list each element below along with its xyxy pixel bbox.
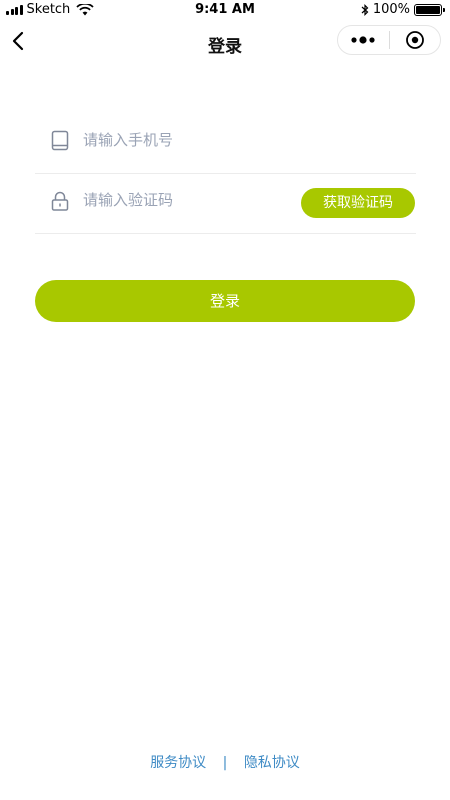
- more-button[interactable]: [338, 25, 389, 55]
- status-right: 100%: [361, 2, 445, 17]
- phone-row: [35, 108, 416, 174]
- get-code-button[interactable]: 获取验证码: [301, 188, 415, 218]
- privacy-agreement-link[interactable]: 隐私协议: [244, 755, 300, 771]
- nav-bar: 登录: [0, 20, 450, 64]
- code-input[interactable]: [83, 188, 293, 212]
- footer-separator: |: [222, 755, 228, 771]
- tablet-icon: [51, 130, 69, 151]
- service-agreement-link[interactable]: 服务协议: [150, 755, 206, 771]
- menu-capsule: [337, 25, 441, 55]
- lock-icon: [51, 191, 69, 211]
- battery-level-fill: [416, 5, 440, 14]
- target-circle-icon: [405, 31, 424, 49]
- status-bar: Sketch 9:41 AM 100%: [0, 0, 450, 20]
- footer-links: 服务协议 | 隐私协议: [0, 752, 450, 772]
- battery-icon: [414, 3, 445, 16]
- close-button[interactable]: [389, 25, 440, 55]
- login-button[interactable]: 登录: [35, 280, 415, 322]
- bluetooth-icon: [361, 3, 369, 16]
- battery-percent: 100%: [372, 2, 410, 17]
- phone-input[interactable]: [83, 128, 293, 152]
- more-dots-icon: [351, 36, 375, 44]
- code-row: 获取验证码: [35, 168, 416, 234]
